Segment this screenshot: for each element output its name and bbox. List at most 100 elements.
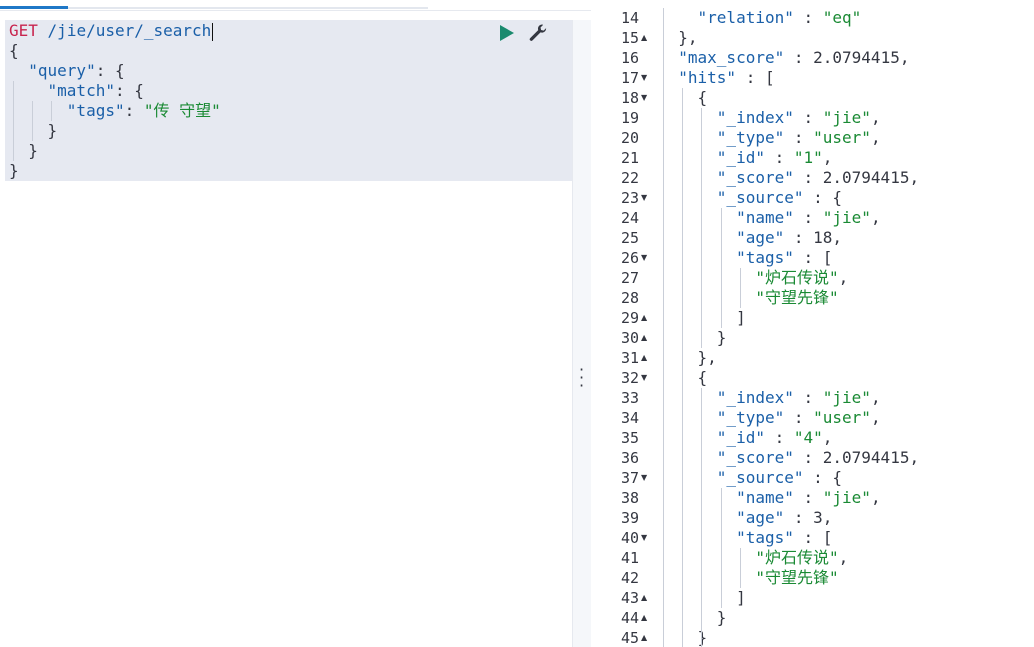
request-settings-button[interactable]: [528, 23, 548, 43]
token: : 2.0794415,: [793, 168, 920, 187]
fold-expanded-icon[interactable]: ▼: [641, 88, 651, 108]
fold-expanded-icon[interactable]: ▼: [641, 68, 651, 88]
fold-expanded-icon[interactable]: ▼: [641, 248, 651, 268]
fold-collapse-icon[interactable]: ▲: [641, 588, 651, 608]
line-number: 34: [620, 409, 639, 427]
pane-resize-handle[interactable]: · · ·: [572, 20, 592, 647]
play-triangle-icon: [500, 25, 514, 41]
request-body-line[interactable]: }: [9, 161, 19, 181]
fold-collapse-icon[interactable]: ▲: [641, 608, 651, 628]
token: "_type": [716, 128, 785, 147]
request-body-line[interactable]: {: [9, 41, 19, 61]
token: "_index": [716, 388, 794, 407]
response-line: "炉石传说",: [659, 548, 848, 568]
token: ]: [736, 308, 746, 327]
token: "_source": [716, 468, 804, 487]
indent-guide: [720, 208, 722, 328]
token: "hits": [678, 68, 737, 87]
token: "user": [813, 408, 871, 427]
fold-collapse-icon[interactable]: ▲: [641, 348, 651, 368]
fold-expanded-icon[interactable]: ▼: [641, 368, 651, 388]
response-line: "_score" : 2.0794415,: [659, 168, 919, 188]
response-line: "name" : "jie",: [659, 208, 881, 228]
token: : {: [95, 61, 125, 80]
request-method: GET: [9, 21, 38, 40]
request-body-line[interactable]: "match": {: [9, 81, 144, 101]
token: "守望先锋": [755, 288, 839, 307]
token: }: [28, 141, 38, 160]
indent-guide: [51, 101, 53, 121]
token: : [: [793, 528, 833, 547]
token: "tags": [736, 528, 794, 547]
fold-expanded-icon[interactable]: ▼: [641, 468, 651, 488]
response-line: "_id" : "4",: [659, 428, 833, 448]
token: ,: [870, 388, 881, 407]
line-number: 19: [620, 109, 639, 127]
fold-collapse-icon[interactable]: ▲: [641, 28, 651, 48]
response-line: "tags" : [: [659, 248, 832, 268]
token: : 2.0794415,: [793, 448, 920, 467]
line-number: 35: [620, 429, 639, 447]
token: "_type": [716, 408, 785, 427]
token: : {: [114, 81, 144, 100]
run-request-button[interactable]: [498, 24, 516, 42]
wrench-icon: [529, 24, 547, 41]
token: :: [793, 8, 823, 27]
line-number: 23: [620, 189, 639, 207]
line-number: 44: [620, 609, 639, 627]
fold-expanded-icon[interactable]: ▼: [641, 188, 651, 208]
response-line: },: [659, 28, 698, 48]
indent-guide: [701, 108, 703, 348]
token: "user": [813, 128, 871, 147]
token: {: [697, 88, 708, 107]
response-line: "age" : 18,: [659, 228, 842, 248]
line-number: 40: [620, 529, 639, 547]
request-body-line[interactable]: "tags": "传 守望": [9, 101, 221, 121]
response-line: "hits" : [: [659, 68, 774, 88]
token: },: [678, 28, 698, 47]
fold-collapse-icon[interactable]: ▲: [641, 628, 651, 647]
line-number: 43: [620, 589, 639, 607]
request-body-line[interactable]: "query": {: [9, 61, 125, 81]
response-line: }: [659, 608, 727, 628]
tab-console-active[interactable]: [0, 6, 68, 9]
request-line[interactable]: GET /jie/user/_search: [9, 21, 214, 41]
line-number: 29: [620, 309, 639, 327]
token: "age": [736, 228, 785, 247]
token: ,: [870, 128, 881, 147]
response-line: "_index" : "jie",: [659, 388, 881, 408]
token: "_id": [716, 148, 765, 167]
indent-guide: [739, 268, 741, 308]
line-number: 41: [620, 549, 639, 567]
line-number: 27: [620, 269, 639, 287]
token: {: [697, 368, 708, 387]
token: }: [9, 161, 19, 180]
request-editor[interactable]: GET /jie/user/_search { "query": { "matc…: [5, 20, 572, 647]
line-number: 38: [620, 489, 639, 507]
response-viewer[interactable]: "relation" : "eq" }, "max_score" : 2.079…: [591, 0, 1034, 647]
token: "守望先锋": [755, 568, 839, 587]
token: : {: [803, 188, 843, 207]
indent-guide: [720, 488, 722, 608]
fold-collapse-icon[interactable]: ▲: [641, 328, 651, 348]
fold-collapse-icon[interactable]: ▲: [641, 308, 651, 328]
line-number: 25: [620, 229, 639, 247]
line-number: 22: [620, 169, 639, 187]
fold-expanded-icon[interactable]: ▼: [641, 528, 651, 548]
line-number: 45: [620, 629, 639, 647]
line-number: 37: [620, 469, 639, 487]
token: ,: [822, 148, 833, 167]
token: }: [47, 121, 58, 140]
indent-guide: [682, 88, 684, 647]
